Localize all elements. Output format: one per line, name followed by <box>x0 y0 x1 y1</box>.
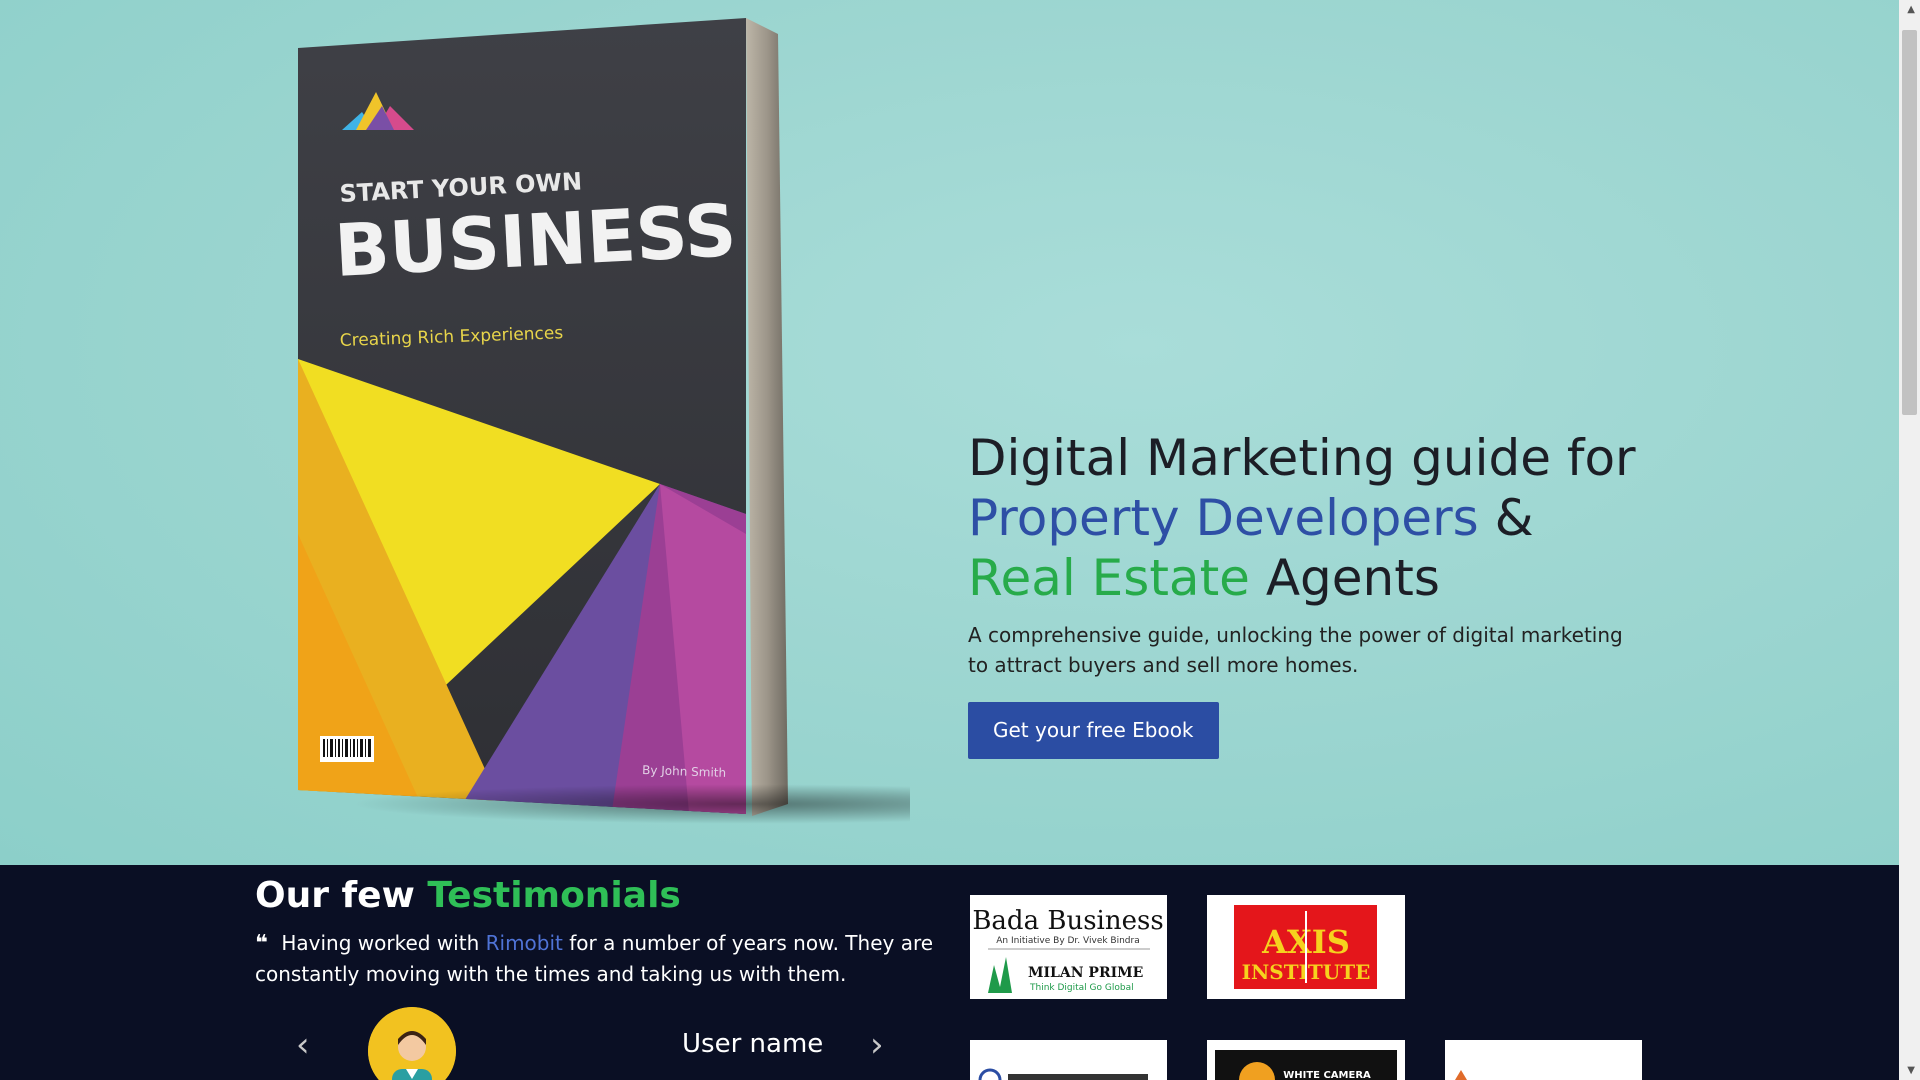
svg-text:WHITE CAMERA: WHITE CAMERA <box>1283 1070 1371 1080</box>
client-logo-3 <box>970 1040 1167 1080</box>
book-shadow <box>350 784 910 824</box>
barcode-icon <box>320 736 374 762</box>
hero-heading-real-estate: Real Estate <box>968 549 1250 607</box>
svg-text:MILAN PRIME: MILAN PRIME <box>1028 965 1143 981</box>
quote-icon: ❝ <box>255 931 268 956</box>
ebook-cover-image: START YOUR OWN BUSINESS Creating Rich Ex… <box>290 14 910 834</box>
hero-text-block: Digital Marketing guide for Property Dev… <box>968 428 1668 759</box>
testimonials-title-highlight: Testimonials <box>427 875 681 916</box>
axis-institute-logo: AXIS INSTITUTE <box>1207 895 1405 999</box>
quote-company-link[interactable]: Rimobit <box>486 931 563 955</box>
hero-heading-line1: Digital Marketing guide for <box>968 429 1636 487</box>
get-free-ebook-button[interactable]: Get your free Ebook <box>968 702 1219 759</box>
testimonial-quote: ❝ Having worked with Rimobit for a numbe… <box>255 928 935 989</box>
carousel-next-icon[interactable]: › <box>870 1025 884 1065</box>
scroll-up-icon[interactable]: ▲ <box>1907 4 1915 15</box>
svg-text:Think Digital Go Global: Think Digital Go Global <box>1029 983 1134 993</box>
client-logo-5 <box>1445 1040 1642 1080</box>
testimonials-title: Our few Testimonials <box>255 875 681 916</box>
page-scrollbar[interactable]: ▲ ▼ <box>1899 0 1920 1080</box>
bada-business-logo: Bada Business An Initiative By Dr. Vivek… <box>970 895 1167 999</box>
hero-heading-ampersand: & <box>1478 489 1534 547</box>
white-camera-logo: WHITE CAMERA <box>1207 1040 1405 1080</box>
svg-text:An Initiative By Dr. Vivek Bin: An Initiative By Dr. Vivek Bindra <box>996 936 1139 946</box>
scroll-thumb[interactable] <box>1902 30 1917 415</box>
testimonials-title-prefix: Our few <box>255 875 428 916</box>
hero-subtitle: A comprehensive guide, unlocking the pow… <box>968 623 1623 677</box>
scroll-down-icon[interactable]: ▼ <box>1907 1065 1915 1076</box>
hero-heading-property-developers: Property Developers <box>968 489 1479 547</box>
hero-section: START YOUR OWN BUSINESS Creating Rich Ex… <box>0 0 1899 865</box>
hero-heading: Digital Marketing guide for Property Dev… <box>968 428 1668 608</box>
testimonial-user-name: User name <box>682 1029 824 1059</box>
svg-text:Bada Business: Bada Business <box>972 906 1163 936</box>
book-author: By John Smith <box>642 763 726 780</box>
hero-heading-agents: Agents <box>1249 549 1440 607</box>
carousel-prev-icon[interactable]: ‹ <box>296 1025 310 1065</box>
book-illustration: START YOUR OWN BUSINESS Creating Rich Ex… <box>298 18 788 816</box>
quote-text-before: Having worked with <box>281 931 486 955</box>
